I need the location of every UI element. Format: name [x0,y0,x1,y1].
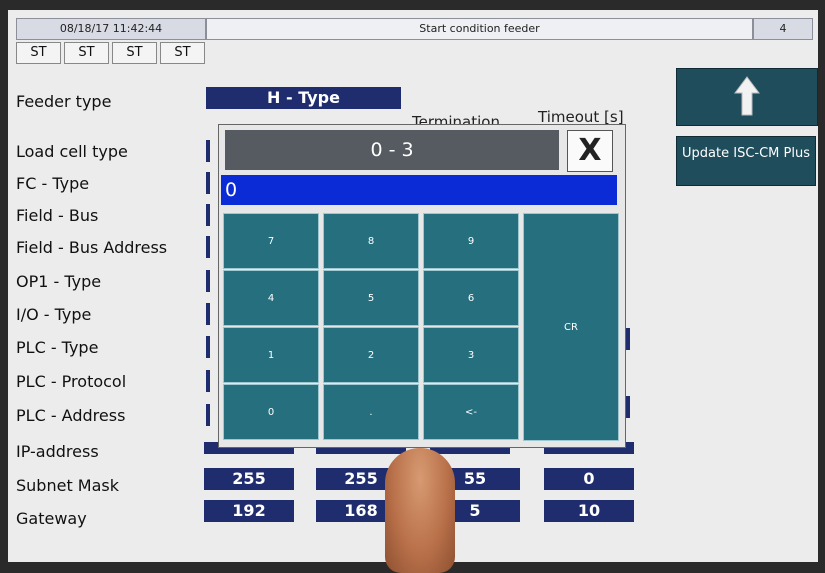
key-5[interactable]: 5 [323,270,419,326]
gateway-octet-4[interactable]: 10 [544,500,634,522]
io-type-value[interactable] [206,303,210,325]
plc-type-label: PLC - Type [16,338,99,357]
key-backspace[interactable]: <- [423,384,519,440]
plc-type-timeout-edge [626,328,630,350]
plc-address-timeout-edge [626,396,630,418]
keypad-range-title: 0 - 3 [225,130,559,170]
key-0[interactable]: 0 [223,384,319,440]
keypad-value-input[interactable] [221,175,617,205]
io-type-label: I/O - Type [16,305,92,324]
feeder-type-label: Feeder type [16,92,112,111]
field-bus-value[interactable] [206,204,210,226]
key-7[interactable]: 7 [223,213,319,269]
subnet-mask-label: Subnet Mask [16,476,120,495]
key-enter-cr[interactable]: CR [523,213,619,441]
plc-type-value[interactable] [206,336,210,358]
load-cell-type-value[interactable] [206,140,210,162]
feeder-type-value[interactable]: H - Type [206,87,401,109]
update-isc-cm-plus-button[interactable]: Update ISC-CM Plus [676,136,816,186]
page-title: Start condition feeder [206,18,753,40]
status-tab-1[interactable]: ST [16,42,61,64]
status-tab-4[interactable]: ST [160,42,205,64]
plc-protocol-label: PLC - Protocol [16,372,127,391]
key-1[interactable]: 1 [223,327,319,383]
op1-type-label: OP1 - Type [16,272,102,291]
keypad-close-button[interactable]: X [567,130,613,172]
field-bus-label: Field - Bus [16,206,99,225]
field-bus-address-label: Field - Bus Address [16,238,168,257]
field-bus-address-value[interactable] [206,236,210,258]
datetime-display: 08/18/17 11:42:44 [16,18,206,40]
user-finger [385,448,455,573]
status-tab-3[interactable]: ST [112,42,157,64]
subnet-octet-1[interactable]: 255 [204,468,294,490]
key-decimal-point[interactable]: . [323,384,419,440]
page-number: 4 [753,18,813,40]
key-6[interactable]: 6 [423,270,519,326]
gateway-label: Gateway [16,509,87,528]
scroll-up-button[interactable] [676,68,818,126]
numeric-keypad-dialog: 0 - 3 X 7 8 9 4 5 6 1 2 3 0 . <- CR [218,124,626,448]
plc-address-label: PLC - Address [16,406,126,425]
key-9[interactable]: 9 [423,213,519,269]
gateway-octet-1[interactable]: 192 [204,500,294,522]
ip-address-label: IP-address [16,442,99,461]
op1-type-value[interactable] [206,270,210,292]
status-tab-2[interactable]: ST [64,42,109,64]
key-2[interactable]: 2 [323,327,419,383]
key-8[interactable]: 8 [323,213,419,269]
plc-protocol-value[interactable] [206,370,210,392]
load-cell-type-label: Load cell type [16,142,128,161]
fc-type-label: FC - Type [16,174,90,193]
subnet-octet-4[interactable]: 0 [544,468,634,490]
plc-address-value[interactable] [206,404,210,426]
key-3[interactable]: 3 [423,327,519,383]
fc-type-value[interactable] [206,172,210,194]
key-4[interactable]: 4 [223,270,319,326]
up-arrow-icon [734,76,760,116]
